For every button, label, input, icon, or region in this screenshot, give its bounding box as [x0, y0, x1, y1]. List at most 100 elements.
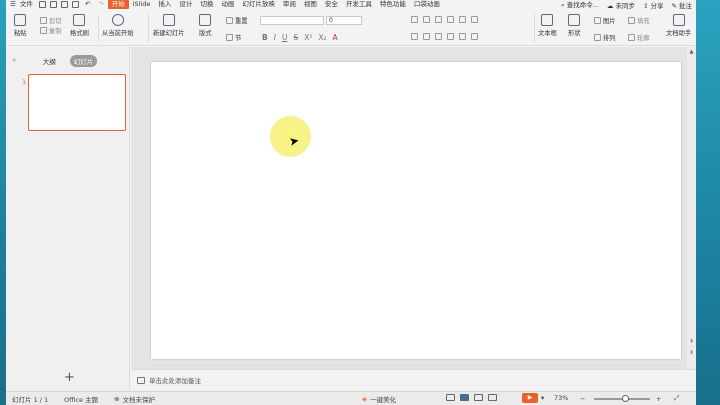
zoom-level[interactable]: 73% — [554, 394, 568, 402]
next-slide-icon[interactable]: ⇟ — [688, 350, 695, 357]
vertical-scrollbar[interactable]: ▲ ⇞ ⇟ — [687, 47, 696, 369]
slideshow-dropdown-icon[interactable]: ▾ — [541, 394, 544, 402]
align-center-icon[interactable] — [423, 33, 430, 40]
tab-design[interactable]: 设计 — [175, 0, 196, 9]
export-icon[interactable] — [49, 1, 57, 8]
share-label: 分享 — [650, 1, 664, 10]
line-spacing-icon[interactable] — [459, 16, 466, 23]
italic-button[interactable]: I — [274, 33, 276, 42]
text-direction-icon[interactable] — [471, 16, 478, 23]
new-slide-label: 新建幻灯片 — [153, 30, 185, 37]
normal-view-icon[interactable] — [460, 394, 469, 401]
distribute-icon[interactable] — [459, 33, 466, 40]
layout-button[interactable]: 版式 — [199, 14, 212, 37]
zoom-knob[interactable] — [622, 395, 629, 402]
outline-button[interactable]: 轮廓 — [628, 33, 650, 42]
superscript-button[interactable]: X² — [304, 33, 312, 42]
picture-label: 图片 — [603, 18, 616, 25]
notes-pane[interactable]: 单击此处添加备注 — [131, 369, 696, 390]
hamburger-menu-icon[interactable]: ☰ — [6, 0, 20, 9]
paintbrush-icon — [73, 14, 86, 26]
picture-button[interactable]: 图片 — [594, 16, 616, 25]
numbered-list-icon[interactable] — [423, 16, 430, 23]
align-left-icon[interactable] — [411, 33, 418, 40]
tab-islide[interactable]: iSlide — [129, 0, 155, 9]
slideshow-button[interactable]: ▶ ▾ — [522, 393, 544, 403]
zoom-track[interactable] — [594, 395, 650, 402]
align-right-icon[interactable] — [435, 33, 442, 40]
document-protection[interactable]: ⊗ 文档未保护 — [114, 394, 155, 404]
beautify-button[interactable]: ◈ 一键美化 — [362, 394, 396, 404]
share-button[interactable]: ⇪ 分享 — [643, 0, 664, 10]
fill-button[interactable]: 填充 — [628, 16, 650, 25]
file-menu[interactable]: 文件 — [20, 0, 37, 9]
doc-assistant-icon — [672, 14, 685, 26]
fit-window-icon[interactable]: ⤢ — [674, 394, 679, 403]
slide-thumbnail[interactable] — [28, 74, 126, 131]
prev-slide-icon[interactable]: ⇞ — [688, 339, 695, 346]
tab-outline[interactable]: 大纲 — [39, 55, 60, 67]
sorter-view-icon[interactable] — [474, 394, 483, 401]
outdent-icon[interactable] — [435, 16, 442, 23]
tab-features[interactable]: 特色功能 — [376, 0, 410, 9]
slide-canvas[interactable] — [151, 62, 681, 359]
copy-button[interactable]: 复制 — [40, 26, 62, 35]
comment-button[interactable]: ✎ 批注 — [671, 0, 692, 10]
indent-icon[interactable] — [447, 16, 454, 23]
redo-icon[interactable]: ↷ — [94, 0, 107, 9]
tab-slides[interactable]: 幻灯片 — [69, 55, 98, 67]
scroll-up-icon[interactable]: ▲ — [688, 49, 695, 56]
font-family-select[interactable] — [260, 16, 324, 25]
underline-button[interactable]: U — [282, 33, 288, 42]
tab-slideshow[interactable]: 幻灯片放映 — [238, 0, 279, 9]
section-button[interactable]: 节 — [226, 33, 241, 42]
reading-view-icon[interactable] — [488, 394, 497, 401]
slide-counter: 幻灯片 1 / 1 — [12, 396, 49, 404]
protection-label: 文档未保护 — [122, 396, 155, 404]
reset-button[interactable]: 重置 — [226, 16, 248, 25]
tab-review[interactable]: 审阅 — [279, 0, 300, 9]
section-label: 节 — [235, 35, 242, 42]
zoom-out-button[interactable]: − — [580, 395, 585, 403]
cut-button[interactable]: 剪切 — [40, 16, 62, 25]
subscript-button[interactable]: X₂ — [318, 33, 326, 42]
tab-view[interactable]: 视图 — [300, 0, 321, 9]
zoom-in-button[interactable]: + — [656, 395, 661, 403]
bold-button[interactable]: B — [262, 33, 268, 42]
text-box-button[interactable]: 文本框 — [538, 14, 557, 37]
paste-button[interactable]: 粘贴 — [14, 14, 27, 37]
arrange-icon — [594, 34, 601, 41]
play-icon: ▶ — [522, 393, 538, 403]
shape-button[interactable]: 形状 — [568, 14, 581, 37]
search-command[interactable]: ⌕ 查找命令... — [561, 0, 599, 10]
columns-icon[interactable] — [471, 33, 478, 40]
add-slide-icon[interactable]: + — [64, 370, 75, 385]
from-current-button[interactable]: 从当前开始 — [102, 14, 133, 37]
tab-animations[interactable]: 动画 — [217, 0, 238, 9]
tab-security[interactable]: 安全 — [321, 0, 342, 9]
play-icon — [111, 14, 124, 26]
zoom-slider[interactable] — [594, 395, 650, 402]
justify-icon[interactable] — [447, 33, 454, 40]
notes-toggle-icon[interactable] — [446, 394, 455, 401]
paragraph-group — [411, 16, 478, 23]
arrange-button[interactable]: 排列 — [594, 33, 616, 42]
undo-icon[interactable]: ↶ — [81, 0, 94, 9]
tab-developer[interactable]: 开发工具 — [342, 0, 376, 9]
save-icon[interactable] — [38, 1, 46, 8]
slide-thumbnail-panel: « 大纲 幻灯片 1 + — [6, 47, 130, 390]
bullet-list-icon[interactable] — [411, 16, 418, 23]
font-size-select[interactable]: 0 — [326, 16, 362, 25]
print-icon[interactable] — [60, 1, 68, 8]
tab-transitions[interactable]: 切换 — [196, 0, 217, 9]
tab-pocket-animation[interactable]: 口袋动画 — [410, 0, 444, 9]
tab-insert[interactable]: 插入 — [154, 0, 175, 9]
doc-assistant-button[interactable]: 文档助手 — [666, 14, 691, 37]
tab-home[interactable]: 开始 — [107, 0, 129, 9]
sync-status[interactable]: ☁ 未同步 — [607, 0, 635, 10]
new-slide-button[interactable]: 新建幻灯片 — [153, 14, 184, 37]
preview-icon[interactable] — [71, 1, 79, 8]
format-painter-button[interactable]: 格式刷 — [70, 14, 89, 37]
strikethrough-button[interactable]: S — [293, 33, 298, 42]
font-color-button[interactable]: A — [333, 33, 338, 42]
